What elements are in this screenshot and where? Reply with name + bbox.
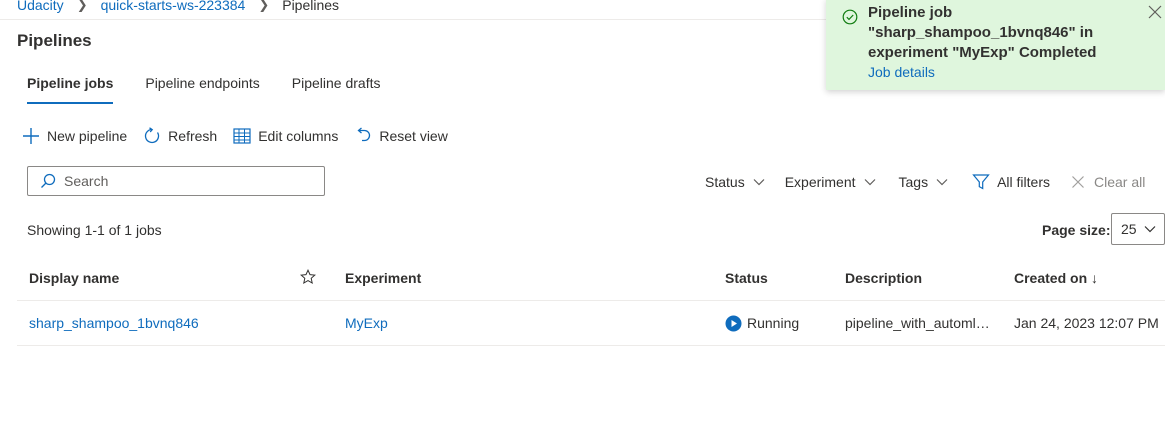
status-filter-label: Status (705, 174, 745, 190)
status-filter-dropdown[interactable]: Status (705, 174, 765, 190)
chevron-down-icon (1144, 226, 1156, 233)
refresh-icon (145, 127, 160, 144)
tab-pipeline-jobs[interactable]: Pipeline jobs (17, 72, 123, 104)
new-pipeline-button[interactable]: New pipeline (22, 127, 127, 145)
all-filters-button[interactable]: All filters (972, 173, 1050, 191)
job-status-text: Running (747, 315, 800, 331)
breadcrumb-workspace[interactable]: quick-starts-ws-223384 (101, 0, 246, 13)
column-header-experiment[interactable]: Experiment (345, 256, 421, 300)
reset-view-label: Reset view (379, 128, 448, 144)
page-size-value: 25 (1121, 221, 1137, 237)
reset-view-button[interactable]: Reset view (354, 127, 448, 145)
table-row[interactable]: sharp_shampoo_1bvnq846 MyExp Running pip… (17, 301, 1165, 346)
job-details-link[interactable]: Job details (868, 64, 935, 80)
chevron-down-icon (936, 179, 948, 186)
tab-pipeline-endpoints[interactable]: Pipeline endpoints (135, 72, 269, 104)
search-box[interactable] (27, 166, 325, 196)
breadcrumb-current: Pipelines (282, 0, 340, 13)
close-icon[interactable] (1148, 5, 1162, 19)
running-play-icon (725, 315, 742, 331)
results-count: Showing 1-1 of 1 jobs (27, 222, 162, 238)
tags-filter-label: Tags (898, 174, 929, 190)
table-columns-icon (233, 128, 251, 144)
job-status: Running (725, 301, 799, 345)
table-header-row: Display name Experiment Status Descripti… (17, 256, 1165, 301)
new-pipeline-label: New pipeline (47, 128, 128, 144)
column-header-created-on[interactable]: Created on ↓ (1014, 256, 1098, 300)
experiment-filter-dropdown[interactable]: Experiment (785, 174, 876, 190)
tab-list: Pipeline jobs Pipeline endpoints Pipelin… (17, 72, 403, 104)
undo-icon (357, 127, 371, 142)
edit-columns-label: Edit columns (258, 128, 339, 144)
experiment-filter-label: Experiment (784, 174, 856, 190)
close-icon (1072, 176, 1084, 188)
plus-icon (23, 128, 39, 144)
notification-message: Pipeline job "sharp_shampoo_1bvnq846" in… (868, 4, 1097, 61)
page-size-label: Page size: (1042, 222, 1111, 238)
refresh-button[interactable]: Refresh (143, 127, 217, 145)
page-title: Pipelines (17, 31, 92, 50)
column-header-description[interactable]: Description (845, 256, 995, 300)
pipeline-jobs-table: Display name Experiment Status Descripti… (17, 256, 1165, 346)
job-name-link[interactable]: sharp_shampoo_1bvnq846 (29, 301, 199, 345)
filter-icon (972, 174, 990, 190)
command-bar: New pipeline Refresh Edit columns Reset … (22, 125, 464, 147)
star-icon (300, 268, 316, 284)
tags-filter-dropdown[interactable]: Tags (899, 174, 949, 190)
clear-all-button[interactable]: Clear all (1071, 174, 1145, 190)
edit-columns-button[interactable]: Edit columns (233, 128, 338, 144)
checkmark-circle-icon (842, 9, 858, 25)
page-size-dropdown[interactable]: 25 (1111, 213, 1165, 245)
tab-pipeline-drafts[interactable]: Pipeline drafts (282, 72, 391, 104)
job-description: pipeline_with_automlst... (845, 315, 995, 331)
breadcrumb: Udacity ❯ quick-starts-ws-223384 ❯ Pipel… (17, 0, 339, 15)
experiment-link[interactable]: MyExp (345, 301, 388, 345)
clear-all-label: Clear all (1094, 174, 1146, 190)
chevron-down-icon (864, 179, 875, 186)
breadcrumb-chevron-icon: ❯ (258, 0, 270, 12)
search-input[interactable] (64, 173, 304, 189)
breadcrumb-workspace-group[interactable]: Udacity (17, 0, 64, 13)
chevron-down-icon (753, 179, 765, 186)
breadcrumb-chevron-icon: ❯ (76, 0, 88, 12)
column-header-status[interactable]: Status (725, 256, 768, 300)
job-created-on: Jan 24, 2023 12:07 PM (1014, 315, 1159, 331)
refresh-label: Refresh (168, 128, 218, 144)
notification-toast: Pipeline job "sharp_shampoo_1bvnq846" in… (826, 0, 1165, 90)
all-filters-label: All filters (997, 174, 1050, 190)
column-header-display-name[interactable]: Display name (29, 256, 119, 300)
search-icon (41, 173, 56, 188)
filter-bar: Status Experiment Tags All filters Clear… (705, 172, 1145, 192)
